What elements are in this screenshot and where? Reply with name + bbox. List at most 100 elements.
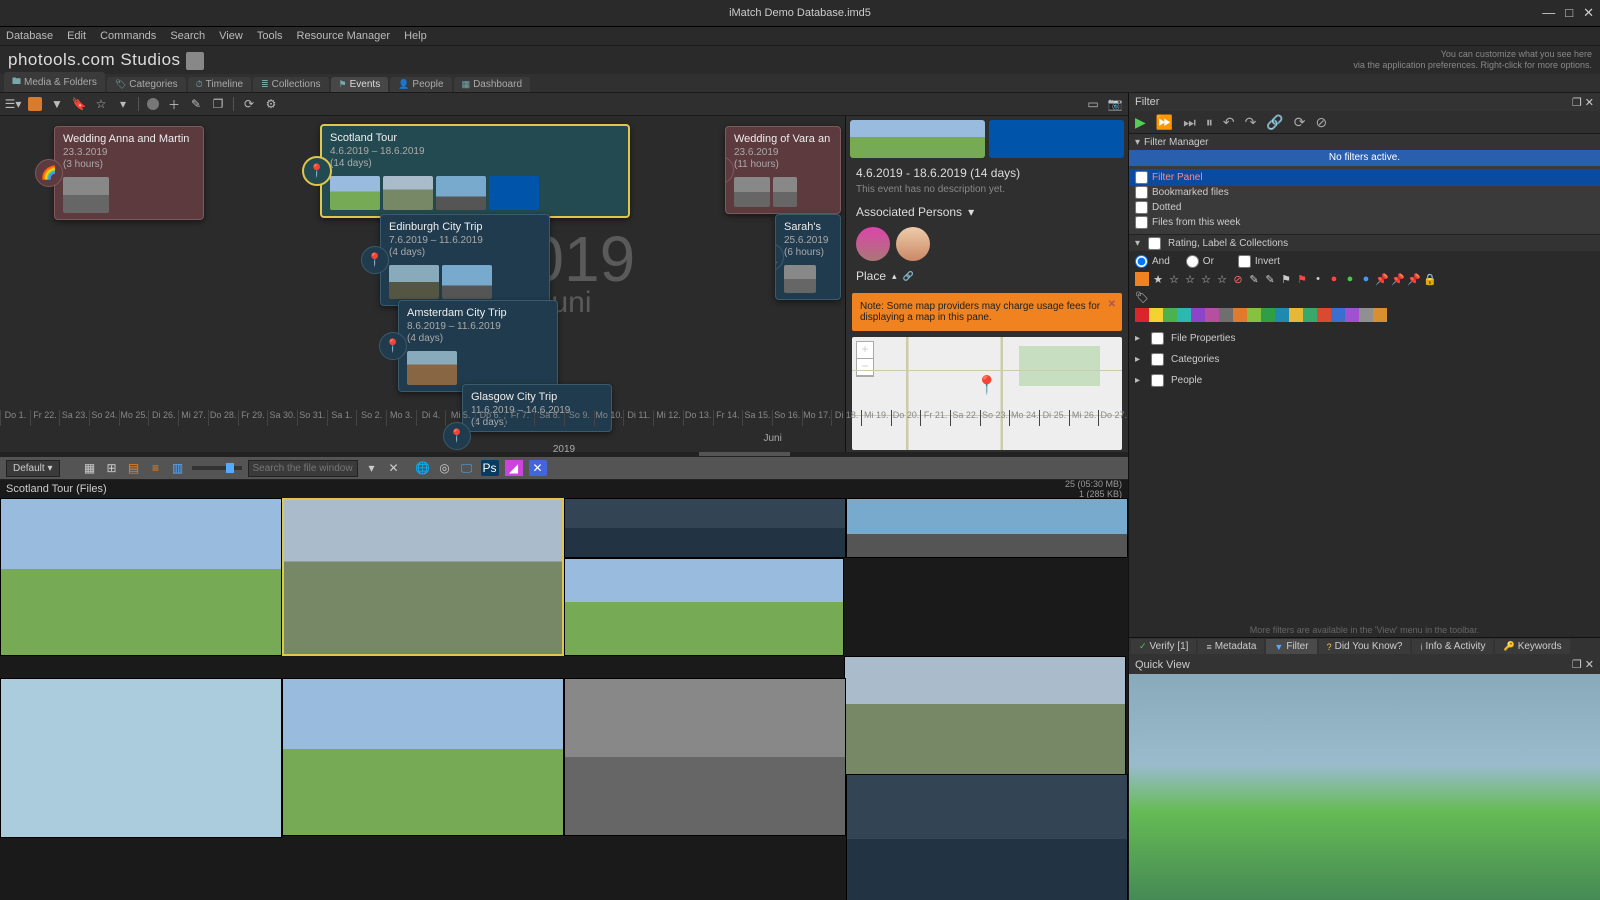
panel-icon[interactable]: ▭ [1086, 97, 1100, 111]
reject-icon[interactable]: ⊘ [1231, 272, 1245, 286]
menu-tools[interactable]: Tools [257, 30, 283, 42]
menu-view[interactable]: View [219, 30, 243, 42]
pin-red-icon[interactable]: 📌 [1375, 272, 1389, 286]
search-input[interactable] [248, 460, 358, 477]
star-icon[interactable]: ☆ [1199, 272, 1213, 286]
filter-row-thisweek[interactable]: Files from this week [1135, 215, 1594, 230]
copy-icon[interactable]: ❐ [211, 97, 225, 111]
filmstrip-icon[interactable]: ▤ [126, 460, 142, 476]
gear-icon[interactable]: ⚙ [264, 97, 278, 111]
thumb[interactable] [844, 656, 1126, 776]
grid-large-icon[interactable]: ⊞ [104, 460, 120, 476]
link-icon[interactable]: 🔗 [1266, 114, 1283, 131]
color-swatch[interactable] [1247, 308, 1261, 322]
tab-events[interactable]: ⚑Events [331, 77, 389, 92]
menu-commands[interactable]: Commands [100, 30, 156, 42]
pin-blue-icon[interactable]: 📌 [1407, 272, 1421, 286]
color-swatch[interactable] [1261, 308, 1275, 322]
thumb[interactable] [564, 678, 846, 836]
reset-icon[interactable]: ⊘ [1315, 114, 1327, 131]
layout-dropdown[interactable]: Default ▾ [6, 460, 60, 477]
lock-icon[interactable]: 🔒 [1423, 272, 1437, 286]
star-icon[interactable]: ★ [1151, 272, 1165, 286]
thumb-size-slider[interactable] [192, 466, 242, 470]
tab-categories[interactable]: 🏷Categories [107, 77, 186, 92]
filter-row-bookmarked[interactable]: Bookmarked files [1135, 185, 1594, 200]
close-icon[interactable]: ✕ [1583, 5, 1594, 21]
pen-icon[interactable]: ✎ [1263, 272, 1277, 286]
clear-icon[interactable]: ✕ [386, 460, 402, 476]
star-icon[interactable]: ☆ [1167, 272, 1181, 286]
btab-verify[interactable]: ✓Verify [1] [1131, 639, 1196, 654]
color-swatch[interactable] [1345, 308, 1359, 322]
zoom-in-icon[interactable]: + [857, 342, 873, 359]
add-icon[interactable]: ＋ [167, 97, 181, 111]
color-swatch[interactable] [1163, 308, 1177, 322]
menu-search[interactable]: Search [170, 30, 205, 42]
thumb-selected[interactable] [282, 498, 564, 656]
invert-check[interactable] [1238, 255, 1251, 268]
rlc-header[interactable]: ▾Rating, Label & Collections [1129, 234, 1600, 251]
edit-icon[interactable]: ✎ [189, 97, 203, 111]
color-swatch[interactable] [1303, 308, 1317, 322]
btab-info[interactable]: iInfo & Activity [1412, 639, 1493, 654]
tree-file-properties[interactable]: ▸File Properties [1135, 328, 1594, 349]
grid-small-icon[interactable]: ▦ [82, 460, 98, 476]
dot-green-icon[interactable]: ● [1343, 272, 1357, 286]
star-icon[interactable]: ☆ [94, 97, 108, 111]
minimize-icon[interactable]: — [1542, 5, 1555, 21]
flag-red-icon[interactable]: ⚑ [1295, 272, 1309, 286]
event-sarah[interactable]: 🏛 Sarah's 25.6.2019(6 hours) [775, 214, 841, 300]
event-wedding-vara[interactable]: 🌈 Wedding of Vara an 23.6.2019(11 hours) [725, 126, 841, 214]
or-radio[interactable] [1186, 255, 1199, 268]
refresh-icon[interactable]: ⟳ [242, 97, 256, 111]
globe-icon[interactable]: 🌐 [415, 460, 431, 476]
refresh-icon[interactable]: ⟳ [1294, 114, 1306, 131]
tree-people[interactable]: ▸People [1135, 370, 1594, 391]
detail-place-header[interactable]: Place ▴🔗 [846, 265, 1128, 287]
color-swatch[interactable] [1275, 308, 1289, 322]
play-icon[interactable]: ▶ [1135, 114, 1146, 131]
bookmark-icon[interactable]: 🔖 [72, 97, 86, 111]
btab-didyouknow[interactable]: ?Did You Know? [1319, 639, 1411, 654]
chevron-down-icon[interactable]: ▾ [116, 97, 130, 111]
restore-icon[interactable]: ❐ [1572, 659, 1582, 671]
maximize-icon[interactable]: □ [1565, 5, 1573, 21]
event-wedding-anna-martin[interactable]: 🌈 Wedding Anna and Martin 23.3.2019(3 ho… [54, 126, 204, 220]
restore-icon[interactable]: ❐ [1572, 97, 1582, 109]
menu-resource-manager[interactable]: Resource Manager [297, 30, 391, 42]
events-timeline[interactable]: 2019 Juni 🌈 Wedding Anna and Martin 23.3… [0, 116, 1128, 456]
avatar[interactable] [896, 227, 930, 261]
menu-database[interactable]: Database [6, 30, 53, 42]
pause-icon[interactable]: ⏸ [1206, 114, 1213, 131]
close-warning-icon[interactable]: ✕ [1108, 299, 1116, 310]
color-swatch[interactable] [1317, 308, 1331, 322]
detail-thumb[interactable] [850, 120, 985, 158]
skip-icon[interactable]: ⏩ [1156, 114, 1173, 131]
zoom-out-icon[interactable]: − [857, 359, 873, 376]
color-swatch[interactable] [1205, 308, 1219, 322]
color-swatch[interactable] [1149, 308, 1163, 322]
tab-people[interactable]: 👤People [390, 77, 451, 92]
funnel-icon[interactable]: ▼ [50, 97, 64, 111]
star-icon[interactable]: ☆ [1183, 272, 1197, 286]
tree-categories[interactable]: ▸Categories [1135, 349, 1594, 370]
color-swatch[interactable] [1359, 308, 1373, 322]
and-radio[interactable] [1135, 255, 1148, 268]
filter-manager-header[interactable]: ▾Filter Manager [1129, 134, 1600, 150]
detail-thumb[interactable] [989, 120, 1124, 158]
color-swatch[interactable] [1331, 308, 1345, 322]
color-swatch[interactable] [1135, 308, 1149, 322]
avatar[interactable] [856, 227, 890, 261]
event-edinburgh[interactable]: 📍 Edinburgh City Trip 7.6.2019 – 11.6.20… [380, 214, 550, 306]
table-icon[interactable]: ▥ [170, 460, 186, 476]
thumb[interactable] [564, 558, 844, 656]
camera-icon[interactable]: 📷 [1108, 97, 1122, 111]
event-amsterdam[interactable]: 📍 Amsterdam City Trip 8.6.2019 – 11.6.20… [398, 300, 558, 392]
btab-metadata[interactable]: ≡Metadata [1198, 639, 1264, 654]
event-scotland-tour[interactable]: 📍 Scotland Tour 4.6.2019 – 18.6.2019(14 … [320, 124, 630, 218]
thumb[interactable] [846, 498, 1128, 558]
step-icon[interactable]: ⏭ [1183, 114, 1196, 131]
search-dropdown-icon[interactable]: ▾ [364, 460, 380, 476]
vsc-icon[interactable]: ✕ [529, 460, 547, 476]
